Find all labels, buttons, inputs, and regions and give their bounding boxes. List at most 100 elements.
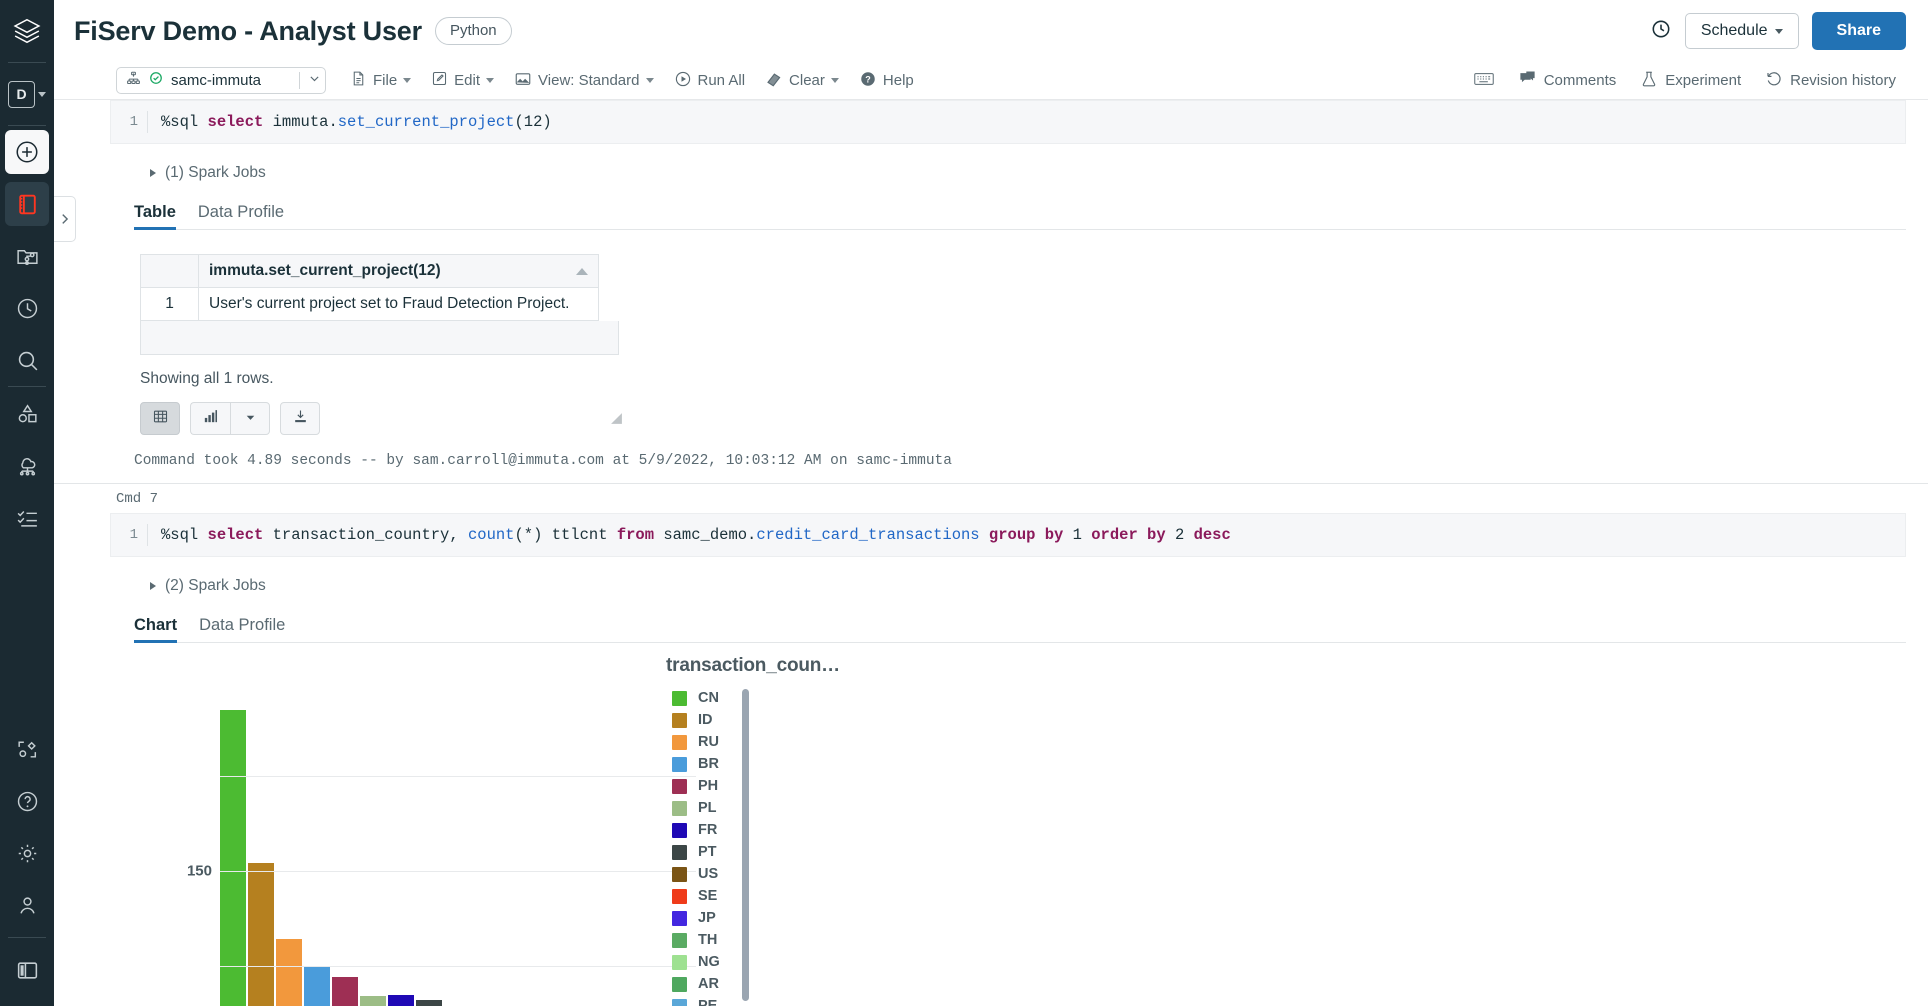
toolbar-item-view[interactable]: View: Standard xyxy=(504,67,663,95)
schedule-button[interactable]: Schedule xyxy=(1684,13,1799,49)
sidebar-item-data[interactable] xyxy=(5,391,49,435)
left-nav-rail: D xyxy=(0,0,76,1006)
new-button[interactable] xyxy=(5,130,49,174)
legend-item[interactable]: BR xyxy=(672,753,746,775)
chevron-right-icon xyxy=(150,169,156,177)
spark-jobs-toggle[interactable]: (2) Spark Jobs xyxy=(150,577,1928,595)
question-circle-icon xyxy=(15,789,40,814)
sort-asc-icon[interactable] xyxy=(576,268,588,275)
chart-bar[interactable] xyxy=(360,996,386,1006)
table-head: immuta.set_current_project(12) xyxy=(140,254,599,288)
search-icon xyxy=(15,348,40,373)
notebook-main: FiServ Demo - Analyst User Python Schedu… xyxy=(54,0,1928,1006)
share-button[interactable]: Share xyxy=(1811,12,1906,50)
legend-item[interactable]: CN xyxy=(672,687,746,709)
code-editor[interactable]: 1 %sql select transaction_country, count… xyxy=(110,513,1906,557)
header-actions: Schedule Share xyxy=(1650,12,1906,50)
notebook-language-badge[interactable]: Python xyxy=(434,17,512,45)
legend-item[interactable]: SE xyxy=(672,885,746,907)
chart-bar[interactable] xyxy=(388,994,414,1006)
legend-label: NG xyxy=(698,954,720,970)
toolbar-item-help[interactable]: ? Help xyxy=(849,67,924,95)
legend-item[interactable]: PH xyxy=(672,775,746,797)
chart-bar[interactable] xyxy=(304,966,330,1006)
tab-chart[interactable]: Chart xyxy=(134,616,178,643)
panel-layout-icon xyxy=(15,958,40,983)
toolbar-item-clear[interactable]: Clear xyxy=(755,67,849,95)
cluster-name: samc-immuta xyxy=(171,72,262,89)
legend-label: PT xyxy=(698,844,717,860)
chevron-down-icon[interactable] xyxy=(308,72,321,90)
sidebar-item-search[interactable] xyxy=(5,338,49,382)
databricks-logo-icon[interactable] xyxy=(0,0,54,62)
legend-item[interactable]: JP xyxy=(672,907,746,929)
legend-item[interactable]: PT xyxy=(672,841,746,863)
tab-data-profile[interactable]: Data Profile xyxy=(198,203,284,229)
chart-legend[interactable]: CN ID RU BR PH PL FR PT US SE JP TH NG AR PE xyxy=(672,687,746,1006)
chart-options-button[interactable] xyxy=(230,402,270,435)
toolbar-item-run-all[interactable]: Run All xyxy=(664,67,756,95)
chart-plot-area: 50 100 150 xyxy=(187,681,696,1006)
legend-item[interactable]: PL xyxy=(672,797,746,819)
chart-title: transaction_coun… xyxy=(666,655,840,676)
code-text[interactable]: %sql select immuta.set_current_project(1… xyxy=(147,111,552,133)
sidebar-item-workflows[interactable] xyxy=(5,495,49,539)
clock-icon xyxy=(15,296,40,321)
table-view-button[interactable] xyxy=(140,402,180,435)
legend-item[interactable]: US xyxy=(672,863,746,885)
result-tabs: Chart Data Profile xyxy=(134,611,1906,643)
sidebar-item-workspace[interactable] xyxy=(5,182,49,226)
sidebar-item-compute[interactable] xyxy=(5,443,49,487)
tab-table[interactable]: Table xyxy=(134,203,176,230)
cluster-selector[interactable]: samc-immuta xyxy=(116,67,326,94)
tab-data-profile[interactable]: Data Profile xyxy=(199,616,285,642)
workspace-switcher[interactable]: D xyxy=(0,63,54,125)
run-history-button[interactable] xyxy=(1650,18,1672,45)
legend-swatch xyxy=(672,844,687,860)
download-button[interactable] xyxy=(280,402,320,435)
row-index: 1 xyxy=(140,287,199,321)
expand-panel-button[interactable] xyxy=(54,196,76,242)
table-column-header[interactable]: immuta.set_current_project(12) xyxy=(198,254,599,288)
legend-item[interactable]: AR xyxy=(672,973,746,995)
code-editor[interactable]: 1 %sql select immuta.set_current_project… xyxy=(110,100,1906,144)
code-cols: transaction_country, xyxy=(263,526,468,544)
legend-swatch xyxy=(672,756,687,772)
sidebar-item-repos[interactable] xyxy=(5,234,49,278)
keyboard-shortcuts-button[interactable] xyxy=(1464,71,1504,91)
revision-history-button[interactable]: Revision history xyxy=(1755,70,1906,92)
legend-item[interactable]: TH xyxy=(672,929,746,951)
spark-jobs-toggle[interactable]: (1) Spark Jobs xyxy=(150,164,1928,182)
resize-handle[interactable] xyxy=(610,412,623,425)
legend-item[interactable]: FR xyxy=(672,819,746,841)
legend-label: RU xyxy=(698,734,719,750)
comments-button[interactable]: Comments xyxy=(1508,69,1627,92)
chart-bar[interactable] xyxy=(248,863,274,1006)
chevron-right-icon xyxy=(150,582,156,590)
toolbar-item-file[interactable]: File xyxy=(340,67,421,95)
experiment-button[interactable]: Experiment xyxy=(1630,70,1751,92)
sidebar-item-help[interactable] xyxy=(5,779,49,823)
legend-item[interactable]: ID xyxy=(672,709,746,731)
legend-label: SE xyxy=(698,888,718,904)
chart-bar[interactable] xyxy=(332,977,358,1006)
toggle-sidebar-button[interactable] xyxy=(5,948,49,992)
legend-label: FR xyxy=(698,822,718,838)
toolbar-item-edit[interactable]: Edit xyxy=(421,67,504,95)
chart-bar[interactable] xyxy=(416,1000,442,1006)
chart-bar[interactable] xyxy=(276,939,302,1006)
legend-label: JP xyxy=(698,910,716,926)
code-text[interactable]: %sql select transaction_country, count(*… xyxy=(147,524,1231,546)
legend-scrollbar[interactable] xyxy=(742,689,749,1001)
legend-item[interactable]: NG xyxy=(672,951,746,973)
chart-view-button[interactable] xyxy=(190,402,230,435)
sidebar-item-machine-learning[interactable] xyxy=(5,727,49,771)
chart-bar[interactable] xyxy=(220,709,246,1006)
legend-item[interactable]: PE xyxy=(672,995,746,1006)
notebook-toolbar: samc-immuta File Edit View: Standard Run… xyxy=(54,62,1928,100)
sidebar-item-settings[interactable] xyxy=(5,831,49,875)
sidebar-item-recents[interactable] xyxy=(5,286,49,330)
schedule-label: Schedule xyxy=(1700,22,1768,39)
sidebar-item-user[interactable] xyxy=(5,883,49,927)
legend-item[interactable]: RU xyxy=(672,731,746,753)
